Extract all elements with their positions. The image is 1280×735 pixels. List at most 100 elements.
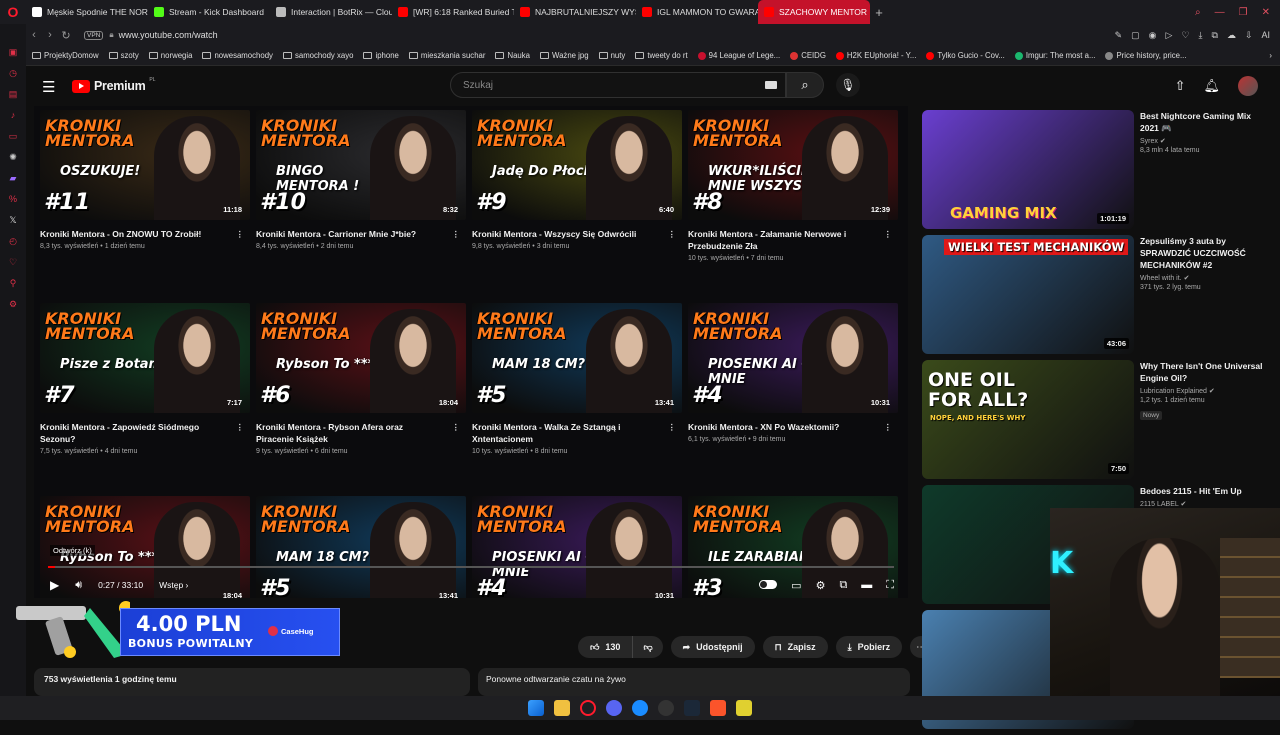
kebab-menu-icon[interactable]: ⋮ [668, 228, 677, 240]
tab-4[interactable]: NAJBRUTALNIEJSZY WYS [514, 0, 636, 24]
history-icon[interactable]: ◷ [7, 67, 19, 79]
bookmark-item[interactable]: Tylko Gucio - Cov... [926, 51, 1005, 60]
minimize-button[interactable]: — [1215, 7, 1225, 18]
twitch-icon[interactable]: ▰ [7, 172, 19, 184]
kebab-menu-icon[interactable]: ⋮ [236, 228, 245, 240]
lock-icon[interactable]: 🔒︎ [109, 30, 113, 40]
keyboard-icon[interactable] [765, 81, 777, 89]
video-thumbnail[interactable]: KRONIKI MENTORA OSZUKUJE! #11 11:18 [40, 110, 250, 220]
vpn-badge[interactable]: VPN [84, 30, 104, 40]
new-tab-button[interactable]: + [870, 5, 888, 20]
notifications-icon[interactable]: 🔔︎ [1203, 78, 1220, 94]
extensions-icon[interactable]: ⧉ [1212, 30, 1218, 41]
share-button[interactable]: ➦ Udostępnij [670, 636, 755, 658]
forward-button[interactable]: › [42, 29, 58, 41]
tab-2[interactable]: Interaction | BotRix — Clou [270, 0, 392, 24]
endscreen-video-card[interactable]: KRONIKI MENTORA Rybson To ****? #6 18:04… [256, 303, 466, 496]
clock-icon[interactable]: ◴ [7, 235, 19, 247]
endscreen-video-card[interactable]: KRONIKI MENTORA Pisze z Botami? #7 7:17 … [40, 303, 250, 496]
like-button[interactable]: 👍︎ 130 [578, 636, 634, 658]
video-title[interactable]: Kroniki Mentora - Załamanie Nerwowe i Pr… [688, 228, 892, 252]
description-box[interactable]: 753 wyświetlenia 1 godzinę temu [34, 668, 470, 696]
downloads-icon[interactable]: ⇩ [1245, 30, 1253, 41]
bookmark-item[interactable]: Ważne jpg [540, 51, 589, 60]
video-thumbnail[interactable]: KRONIKI MENTORA WKUR*ILIŚCIE MNIE WSZYSC… [688, 110, 898, 220]
pin-page-icon[interactable]: ✎ [1115, 30, 1123, 41]
miniplayer-icon[interactable]: ⧉ [839, 579, 847, 592]
tab-0[interactable]: Męskie Spodnie THE NORT [26, 0, 148, 24]
endscreen-video-card[interactable]: KRONIKI MENTORA BINGO MENTORA ! #10 8:32… [256, 110, 466, 303]
fullscreen-icon[interactable]: ⛶ [886, 579, 894, 592]
video-thumbnail[interactable]: KRONIKI MENTORA Rybson To ****? #6 18:04 [256, 303, 466, 413]
play-icon[interactable]: ▷ [1166, 30, 1173, 41]
rec-title[interactable]: Zepsuliśmy 3 auta by SPRAWDZIĆ UCZCIWOŚĆ… [1140, 235, 1268, 271]
tab-1[interactable]: Stream - Kick Dashboard [148, 0, 270, 24]
tab-5[interactable]: IGL MAMMON TO GWARA [636, 0, 758, 24]
opera-logo-icon[interactable]: O [0, 0, 26, 24]
bookmark-item[interactable]: samochody xayo [282, 51, 353, 60]
rec-thumbnail[interactable]: ONE OIL FOR ALL? NOPE, AND HERE'S WHY 7:5… [922, 360, 1134, 479]
endscreen-video-card[interactable]: KRONIKI MENTORA MAM 18 CM? #5 13:41 Kron… [472, 303, 682, 496]
rec-title[interactable]: Best Nightcore Gaming Mix 2021 🎮 [1140, 110, 1268, 134]
endscreen-video-card[interactable]: KRONIKI MENTORA OSZUKUJE! #11 11:18 Kron… [40, 110, 250, 303]
kebab-menu-icon[interactable]: ⋮ [884, 228, 893, 240]
chat-replay-box[interactable]: Ponowne odtwarzanie czatu na żywo [478, 668, 910, 696]
video-thumbnail[interactable]: KRONIKI MENTORA PIOSENKI AI O MNIE #4 10… [688, 303, 898, 413]
heart-icon[interactable]: ♡ [7, 256, 19, 268]
camera-icon[interactable]: ◉ [1149, 30, 1157, 41]
download-button[interactable]: ⤓ Pobierz [835, 636, 903, 658]
video-title[interactable]: Kroniki Mentora - Zapowiedź Siódmego Sez… [40, 421, 244, 445]
video-thumbnail[interactable]: KRONIKI MENTORA Jadę Do Płocka #9 6:40 [472, 110, 682, 220]
bookmark-item[interactable]: ProjektyDomow [32, 51, 99, 60]
video-title[interactable]: Kroniki Mentora - XN Po Wazektomii? ⋮ [688, 421, 892, 433]
rec-title[interactable]: Why There Isn't One Universal Engine Oil… [1140, 360, 1268, 384]
opera-taskbar-icon[interactable] [580, 700, 596, 716]
reload-icon[interactable]: ↻ [58, 29, 74, 42]
rec-channel[interactable]: Lubrication Explained ✔ [1140, 387, 1268, 395]
video-thumbnail[interactable]: KRONIKI MENTORA MAM 18 CM? #5 13:41 [472, 303, 682, 413]
steam-icon[interactable] [684, 700, 700, 716]
recommended-video[interactable]: ONE OIL FOR ALL? NOPE, AND HERE'S WHY 7:5… [922, 360, 1272, 485]
tv-icon[interactable]: ▭ [7, 130, 19, 142]
video-thumbnail[interactable]: KRONIKI MENTORA BINGO MENTORA ! #10 8:32 [256, 110, 466, 220]
progress-bar[interactable] [48, 566, 894, 568]
back-button[interactable]: ‹ [26, 29, 42, 41]
bookmark-item[interactable]: Nauka [495, 51, 530, 60]
rec-thumbnail[interactable]: WIELKI TEST MECHANIKÓW 43:06 [922, 235, 1134, 354]
start-icon[interactable] [528, 700, 544, 716]
casehug-ad-overlay[interactable]: 4.00 PLN BONUS POWITALNY CaseHug [10, 600, 340, 668]
bookmark-item[interactable]: tweety do rt [635, 51, 688, 60]
avatar[interactable] [1238, 76, 1258, 96]
kebab-menu-icon[interactable]: ⋮ [452, 228, 461, 240]
video-title[interactable]: Kroniki Mentora - Rybson Afera oraz Pira… [256, 421, 460, 445]
bookmarks-overflow-icon[interactable]: › [1269, 51, 1280, 60]
video-thumbnail[interactable]: KRONIKI MENTORA Pisze z Botami? #7 7:17 [40, 303, 250, 413]
messenger-taskbar-icon[interactable] [632, 700, 648, 716]
volume-icon[interactable]: 🔊︎ [75, 579, 82, 592]
brave-icon[interactable] [710, 700, 726, 716]
recommended-video[interactable]: GAMING MIX 1:01:19 Best Nightcore Gaming … [922, 110, 1272, 235]
close-window-button[interactable]: ✕ [1262, 7, 1270, 18]
x-twitter-icon[interactable]: 𝕏 [7, 214, 19, 226]
rec-thumbnail[interactable]: GAMING MIX 1:01:19 [922, 110, 1134, 229]
settings-gear-icon[interactable]: ⚙ [816, 579, 826, 592]
snapshot-icon[interactable]: ▢ [1131, 30, 1140, 41]
rec-channel[interactable]: Syrex ✔ [1140, 137, 1268, 145]
bookmark-item[interactable]: CEIDG [790, 51, 826, 60]
endscreen-video-card[interactable]: KRONIKI MENTORA WKUR*ILIŚCIE MNIE WSZYSC… [688, 110, 898, 303]
bookmark-item[interactable]: H2K EUphoria! - Y... [835, 51, 916, 60]
recommended-video[interactable]: WIELKI TEST MECHANIKÓW 43:06 Zepsuliśmy 3… [922, 235, 1272, 360]
discord-icon[interactable] [606, 700, 622, 716]
cloud-icon[interactable]: ☁ [1227, 30, 1236, 41]
chatgpt-taskbar-icon[interactable] [658, 700, 674, 716]
messenger-icon[interactable]: ▣ [7, 46, 19, 58]
bookmark-item[interactable]: iphone [363, 51, 399, 60]
percent-icon[interactable]: % [7, 193, 19, 205]
autoplay-toggle[interactable] [759, 579, 778, 589]
youtube-logo[interactable]: Premium PL [72, 77, 156, 93]
upload-icon[interactable]: ⇧ [1175, 78, 1186, 94]
music-icon[interactable]: ♪ [7, 109, 19, 121]
rec-channel[interactable]: Wheel with it. ✔ [1140, 274, 1268, 282]
kebab-menu-icon[interactable]: ⋮ [236, 421, 245, 433]
chatgpt-icon[interactable]: ✺ [7, 151, 19, 163]
